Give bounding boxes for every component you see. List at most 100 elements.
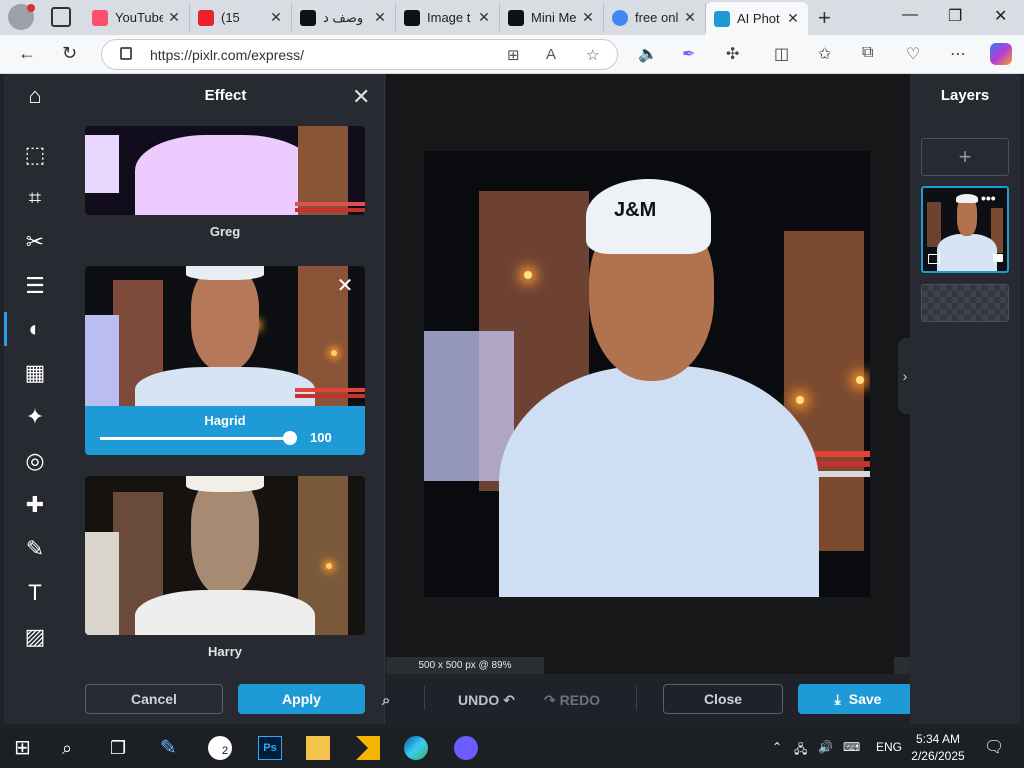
filter-icon[interactable]: ▦ bbox=[22, 360, 48, 386]
effect-thumb-hagrid-selected[interactable]: ✕ Hagrid 100 bbox=[85, 266, 365, 455]
app-icon[interactable] bbox=[454, 736, 478, 760]
close-tab-icon[interactable]: ✕ bbox=[477, 9, 491, 26]
clock[interactable]: 5:34 AM 2/26/2025 bbox=[906, 731, 970, 765]
effect-icon[interactable]: ◐ bbox=[22, 316, 48, 342]
browser-tab-youtube[interactable]: YouTube ✕ bbox=[84, 4, 190, 31]
redo-button[interactable]: ↷ REDO bbox=[544, 692, 600, 709]
liquify-icon[interactable]: ◎ bbox=[22, 448, 48, 474]
close-tab-icon[interactable]: ✕ bbox=[683, 9, 697, 26]
browser-tab-chatgpt[interactable]: وصف د ✕ bbox=[292, 4, 396, 31]
layer-options-icon[interactable]: ••• bbox=[981, 190, 996, 206]
collections-icon[interactable]: ⧉ bbox=[862, 44, 873, 62]
browser-tab-youtube-2[interactable]: (15 ✕ bbox=[190, 4, 292, 31]
cutout-icon[interactable]: ✂ bbox=[22, 229, 48, 255]
lock-icon[interactable] bbox=[993, 254, 1003, 262]
effect-panel: Effect ✕ Greg ✕ Hagrid 100 Harry Cancel … bbox=[66, 74, 385, 724]
window-close-icon[interactable]: ✕ bbox=[994, 6, 1007, 26]
split-screen-icon[interactable]: ◫ bbox=[774, 44, 789, 64]
profile-avatar-icon[interactable] bbox=[8, 4, 35, 30]
search-icon[interactable]: ⌕ bbox=[62, 736, 86, 760]
extension-feather-icon[interactable]: ✒ bbox=[682, 44, 695, 64]
notification-badge: 2 bbox=[222, 745, 229, 757]
new-tab-icon[interactable]: + bbox=[818, 5, 831, 31]
youtube-icon bbox=[92, 9, 108, 26]
notifications-icon[interactable]: 🗨 bbox=[984, 737, 1004, 757]
extensions-puzzle-icon[interactable]: ✣ bbox=[726, 44, 739, 64]
ai-sparkle-icon[interactable]: ✦ bbox=[22, 404, 48, 430]
close-tab-icon[interactable]: ✕ bbox=[269, 9, 283, 26]
minimize-icon[interactable]: — bbox=[902, 6, 918, 24]
apply-button[interactable]: Apply bbox=[238, 684, 365, 714]
refresh-icon[interactable]: ↻ bbox=[62, 43, 77, 64]
undo-button[interactable]: UNDO ↶ bbox=[458, 692, 515, 709]
performance-heart-icon[interactable]: ♡ bbox=[906, 44, 920, 64]
google-icon bbox=[612, 9, 628, 26]
effect-thumb-greg[interactable] bbox=[85, 126, 365, 215]
app-icon[interactable]: ✎ bbox=[160, 736, 184, 760]
task-view-icon[interactable]: ❐ bbox=[110, 736, 134, 760]
pattern-icon[interactable]: ▨ bbox=[22, 624, 48, 650]
language-indicator[interactable]: ENG bbox=[876, 740, 902, 754]
browser-tab-pixlr[interactable]: AI Phot ✕ bbox=[706, 2, 808, 35]
url-text[interactable]: https://pixlr.com/express/ bbox=[150, 47, 304, 63]
browser-tab-minime[interactable]: Mini Me ✕ bbox=[500, 4, 604, 31]
close-tab-icon[interactable]: ✕ bbox=[581, 9, 595, 26]
adjust-icon[interactable]: ☰ bbox=[22, 273, 48, 299]
sound-icon[interactable]: 🔈 bbox=[638, 44, 658, 64]
app-available-icon[interactable]: ⊞ bbox=[507, 46, 520, 64]
favorite-star-icon[interactable]: ☆ bbox=[586, 46, 599, 64]
intensity-value: 100 bbox=[310, 430, 332, 445]
save-button[interactable]: ⤓ Save bbox=[798, 684, 918, 714]
effect-thumb-harry[interactable] bbox=[85, 476, 365, 635]
layer-thumb-photo[interactable]: ••• bbox=[921, 186, 1009, 273]
draw-icon[interactable]: ✎ bbox=[22, 536, 48, 562]
tab-title: free onl bbox=[635, 10, 679, 25]
text-icon[interactable]: T bbox=[22, 580, 48, 606]
back-icon[interactable]: ← bbox=[18, 43, 36, 64]
whatsapp-icon[interactable]: 2 bbox=[208, 736, 232, 760]
crop-icon[interactable]: ⌗ bbox=[22, 185, 48, 211]
heal-icon[interactable]: ✚ bbox=[22, 492, 48, 518]
close-button[interactable]: Close bbox=[663, 684, 783, 714]
more-menu-icon[interactable]: ⋯ bbox=[950, 44, 966, 64]
photoshop-icon[interactable]: Ps bbox=[258, 736, 282, 760]
read-aloud-icon[interactable]: A bbox=[546, 46, 556, 63]
add-layer-button[interactable]: + bbox=[921, 138, 1009, 176]
edited-photo[interactable]: J&M bbox=[424, 151, 870, 597]
slider-handle[interactable] bbox=[283, 431, 297, 445]
effect-list[interactable]: Greg ✕ Hagrid 100 Harry bbox=[66, 126, 385, 671]
intensity-slider[interactable] bbox=[100, 431, 297, 445]
keyboard-icon[interactable]: ⌨ bbox=[843, 740, 860, 754]
browser-toolbar: ← ↻ https://pixlr.com/express/ ⊞ A ☆ 🔈 ✒… bbox=[0, 35, 1024, 74]
tab-actions-icon[interactable] bbox=[51, 7, 71, 27]
show-hidden-icons-icon[interactable]: ⌃ bbox=[772, 740, 782, 754]
edge-icon[interactable] bbox=[404, 736, 428, 760]
home-icon[interactable]: ⌂ bbox=[22, 83, 48, 109]
address-bar[interactable]: https://pixlr.com/express/ ⊞ A ☆ bbox=[101, 39, 618, 70]
browser-tab-google[interactable]: free onl ✕ bbox=[604, 4, 706, 31]
app-icon[interactable] bbox=[356, 736, 380, 760]
restore-icon[interactable]: ❐ bbox=[948, 6, 962, 26]
favorites-icon[interactable]: ✩ bbox=[818, 44, 831, 64]
redo-icon: ↷ bbox=[544, 692, 556, 708]
clock-time: 5:34 AM bbox=[915, 732, 961, 746]
close-panel-icon[interactable]: ✕ bbox=[352, 84, 370, 110]
pixlr-icon bbox=[714, 10, 730, 27]
cap-logo-text: J&M bbox=[614, 199, 657, 221]
close-tab-icon[interactable]: ✕ bbox=[167, 9, 181, 26]
close-tab-icon[interactable]: ✕ bbox=[786, 10, 800, 27]
start-windows-icon[interactable]: ⊞ bbox=[14, 736, 38, 760]
cancel-button[interactable]: Cancel bbox=[85, 684, 223, 714]
tab-title: (15 bbox=[221, 10, 240, 25]
browser-tab-image[interactable]: Image t ✕ bbox=[396, 4, 500, 31]
canvas-area[interactable]: J&M 500 x 500 px @ 89% bbox=[386, 74, 910, 674]
arrange-icon[interactable]: ⬚ bbox=[22, 142, 48, 168]
zoom-icon[interactable]: ⌕ bbox=[382, 692, 390, 709]
layer-thumb-transparent[interactable] bbox=[921, 284, 1009, 322]
network-icon[interactable]: 🖧 bbox=[794, 740, 807, 761]
file-explorer-icon[interactable] bbox=[306, 736, 330, 760]
copilot-icon[interactable] bbox=[990, 43, 1012, 65]
remove-effect-icon[interactable]: ✕ bbox=[335, 276, 355, 296]
close-tab-icon[interactable]: ✕ bbox=[373, 9, 387, 26]
volume-icon[interactable]: 🔊 bbox=[818, 740, 833, 754]
